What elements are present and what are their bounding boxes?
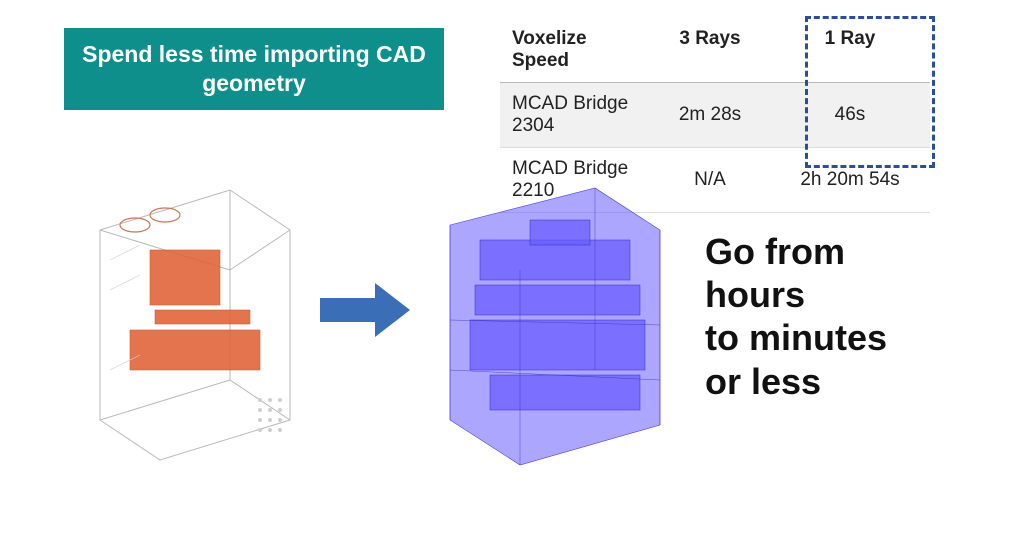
table-row: MCAD Bridge 2304 2m 28s 46s: [500, 83, 930, 148]
table-header-3rays: 3 Rays: [650, 20, 770, 83]
table-header-1ray: 1 Ray: [770, 20, 930, 83]
figure-cad-transform: [40, 170, 680, 500]
title-text: Spend less time importing CAD geometry: [82, 41, 426, 96]
row-label: MCAD Bridge 2304: [500, 83, 650, 148]
arrow-right-icon: [320, 280, 410, 340]
cad-voxelized-icon: [410, 170, 690, 470]
row-1ray: 46s: [770, 83, 930, 148]
title-banner: Spend less time importing CAD geometry: [64, 28, 444, 110]
cad-wireframe-icon: [60, 170, 320, 470]
tagline-text: Go from hours to minutes or less: [705, 230, 995, 403]
row-3rays: 2m 28s: [650, 83, 770, 148]
row-1ray: 2h 20m 54s: [770, 148, 930, 213]
table-header-metric: Voxelize Speed: [500, 20, 650, 83]
